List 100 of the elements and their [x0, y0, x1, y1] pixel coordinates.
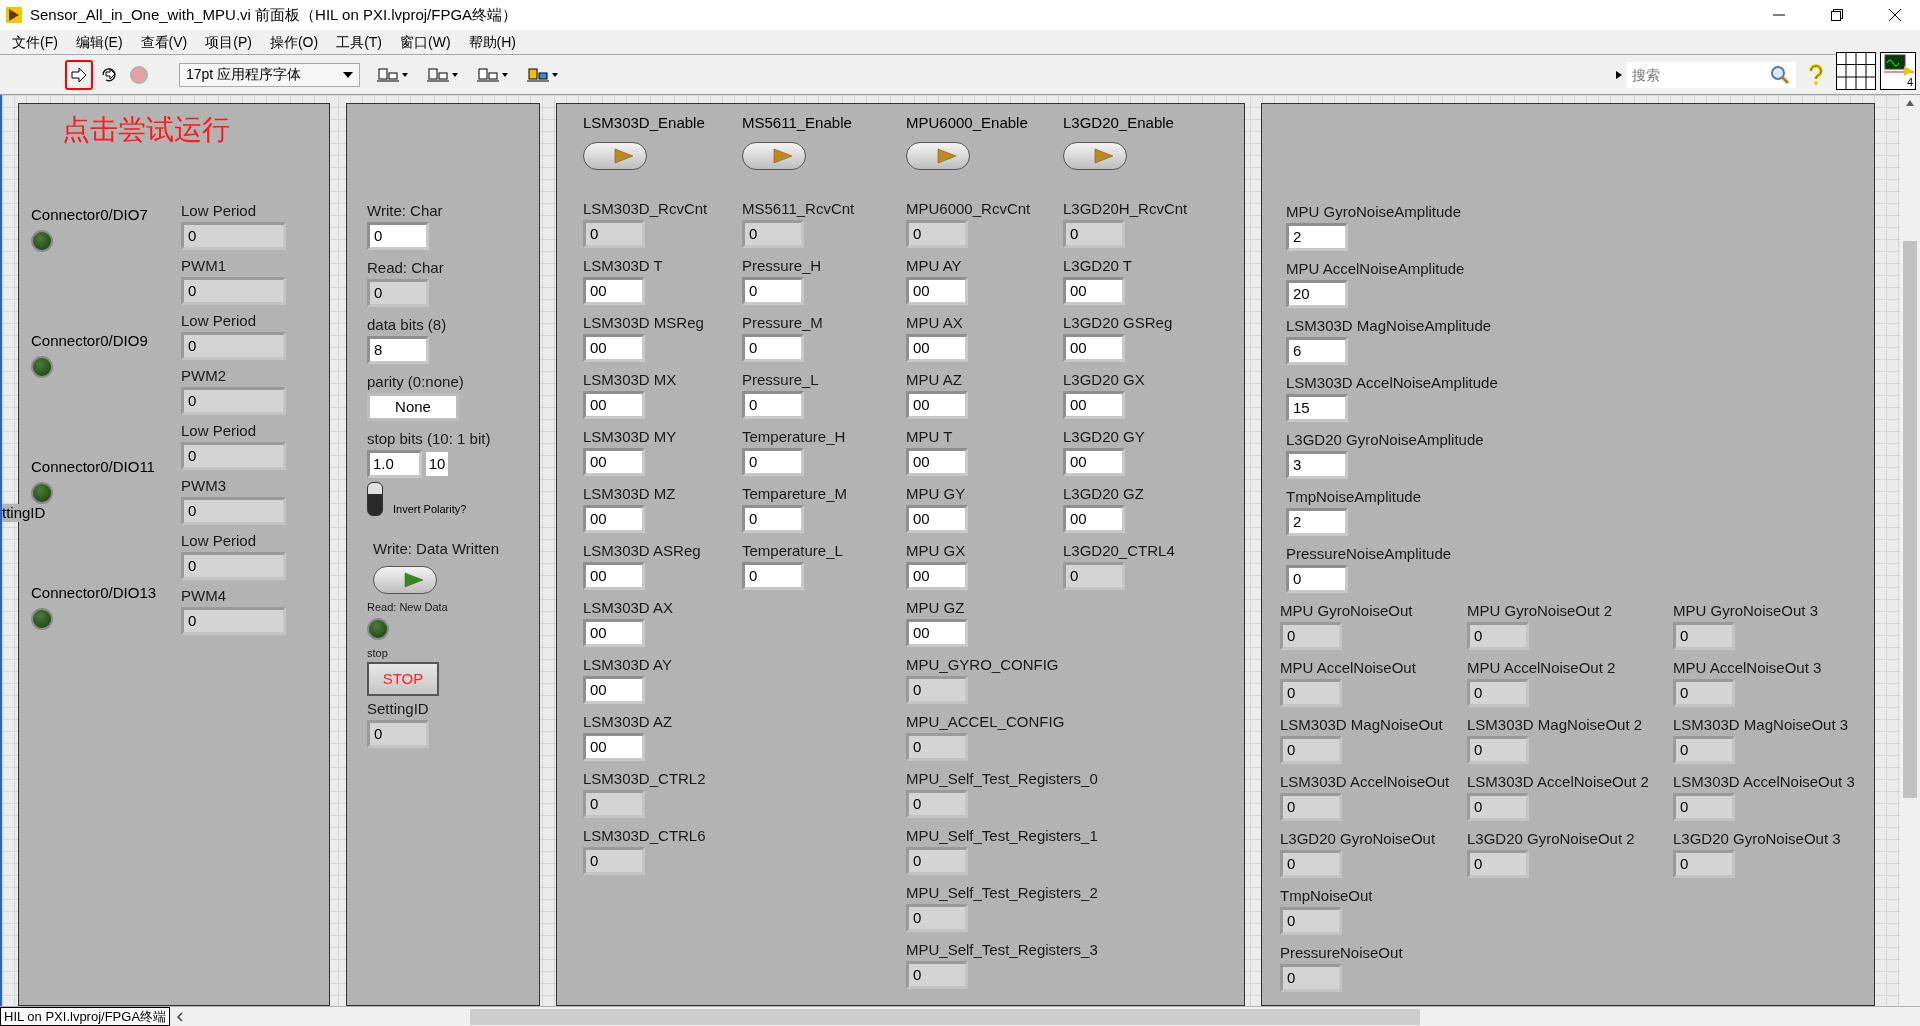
- menu-item[interactable]: 查看(V): [131, 31, 197, 53]
- numeric-indicator: 0: [181, 277, 286, 305]
- search-icon[interactable]: [1766, 61, 1796, 88]
- numeric-control[interactable]: 00: [583, 391, 645, 419]
- toggle-label: Invert Polarity?: [393, 502, 467, 516]
- numeric-control[interactable]: 00: [1063, 277, 1125, 305]
- field-label: MPU AY: [906, 256, 962, 276]
- menu-item[interactable]: 项目(P): [196, 31, 261, 53]
- numeric-control[interactable]: 0: [742, 505, 804, 533]
- oval-button[interactable]: [742, 142, 806, 170]
- numeric-control[interactable]: 1.0: [367, 450, 422, 478]
- oval-button[interactable]: [1063, 142, 1127, 170]
- menu-item[interactable]: 操作(O): [260, 31, 328, 53]
- numeric-control[interactable]: 00: [906, 448, 968, 476]
- numeric-control[interactable]: 00: [583, 277, 645, 305]
- numeric-indicator: 0: [583, 847, 645, 875]
- field-label: MPU AccelNoiseOut: [1280, 658, 1416, 678]
- numeric-control[interactable]: 2: [1286, 223, 1348, 251]
- field-label: Read: Char: [367, 258, 445, 278]
- scroll-left-icon[interactable]: [176, 1011, 185, 1022]
- annotation-text: 点击尝试运行: [62, 113, 231, 147]
- scroll-up-icon[interactable]: [1905, 99, 1915, 107]
- numeric-control[interactable]: 00: [583, 619, 645, 647]
- toggle-switch[interactable]: [367, 482, 383, 516]
- numeric-control[interactable]: 00: [906, 505, 968, 533]
- numeric-control[interactable]: 00: [1063, 334, 1125, 362]
- oval-button[interactable]: [583, 142, 647, 170]
- numeric-control[interactable]: 8: [367, 336, 429, 364]
- run-button[interactable]: [65, 59, 93, 90]
- numeric-control[interactable]: 00: [583, 448, 645, 476]
- field-label: MPU AccelNoiseOut 3: [1673, 658, 1822, 678]
- numeric-control[interactable]: 0: [742, 562, 804, 590]
- numeric-control[interactable]: 2: [1286, 508, 1348, 536]
- numeric-control[interactable]: 6: [1286, 337, 1348, 365]
- app-icon: [6, 7, 22, 23]
- menu-item[interactable]: 编辑(E): [66, 31, 132, 53]
- numeric-control[interactable]: 15: [1286, 394, 1348, 422]
- numeric-indicator: 0: [181, 442, 286, 470]
- numeric-control[interactable]: 00: [906, 277, 968, 305]
- field-label: ttingID: [2, 504, 46, 522]
- numeric-control[interactable]: 0: [367, 222, 429, 250]
- numeric-control[interactable]: 00: [583, 505, 645, 533]
- vi-icon[interactable]: 4: [1880, 52, 1916, 90]
- close-icon[interactable]: [1888, 8, 1902, 22]
- menu-item[interactable]: 工具(T): [327, 31, 391, 53]
- numeric-control[interactable]: 0: [742, 277, 804, 305]
- switch-label: MS5611_Enable: [742, 113, 853, 133]
- field-label: L3GD20_CTRL4: [1063, 541, 1175, 561]
- numeric-control[interactable]: 00: [906, 619, 968, 647]
- field-label: MPU GZ: [906, 598, 965, 618]
- help-icon[interactable]: [1808, 63, 1824, 86]
- field-label: MPU GY: [906, 484, 966, 504]
- numeric-control[interactable]: 00: [583, 334, 645, 362]
- numeric-indicator: 10: [426, 452, 448, 476]
- numeric-control[interactable]: 3: [1286, 451, 1348, 479]
- numeric-control[interactable]: 00: [583, 676, 645, 704]
- scrollbar-thumb[interactable]: [1903, 241, 1917, 798]
- field-label: L3GD20 GZ: [1063, 484, 1144, 504]
- oval-button[interactable]: [373, 566, 437, 594]
- search-options-icon[interactable]: [1616, 70, 1622, 79]
- menu-item[interactable]: 帮助(H): [459, 31, 525, 53]
- numeric-control[interactable]: 00: [1063, 391, 1125, 419]
- search-field[interactable]: 搜索: [1626, 61, 1766, 88]
- numeric-control[interactable]: 0: [742, 448, 804, 476]
- ring-control[interactable]: None: [367, 393, 459, 421]
- numeric-control[interactable]: 0: [742, 391, 804, 419]
- numeric-control[interactable]: 00: [1063, 448, 1125, 476]
- switch-label: L3GD20_Enable: [1063, 113, 1175, 133]
- numeric-control[interactable]: 00: [906, 562, 968, 590]
- oval-button[interactable]: [906, 142, 970, 170]
- restore-icon[interactable]: [1830, 8, 1844, 22]
- numeric-indicator: 0: [1280, 907, 1342, 935]
- numeric-control[interactable]: 20: [1286, 280, 1348, 308]
- numeric-control[interactable]: 00: [906, 334, 968, 362]
- numeric-indicator: 0: [1280, 736, 1342, 764]
- field-label: Temperature_H: [742, 427, 846, 447]
- field-label: MPU AX: [906, 313, 963, 333]
- numeric-indicator: 0: [181, 552, 286, 580]
- numeric-indicator: 0: [906, 733, 968, 761]
- numeric-control[interactable]: 00: [583, 562, 645, 590]
- numeric-control[interactable]: 00: [583, 733, 645, 761]
- run-continuously-icon[interactable]: [99, 65, 119, 84]
- numeric-indicator: 0: [906, 220, 968, 248]
- field-label: L3GD20 GSReg: [1063, 313, 1173, 333]
- field-label: PWM3: [181, 476, 226, 496]
- menu-item[interactable]: 文件(F): [3, 31, 67, 53]
- triangle-icon: [936, 148, 958, 164]
- numeric-control[interactable]: 00: [1063, 505, 1125, 533]
- numeric-indicator: 0: [367, 279, 429, 307]
- field-label: MPU_ACCEL_CONFIG: [906, 712, 1065, 732]
- font-dropdown[interactable]: 17pt 应用程序字体: [179, 62, 360, 87]
- numeric-indicator: 0: [906, 904, 968, 932]
- numeric-control[interactable]: 0: [1286, 565, 1348, 593]
- field-label: LSM303D AccelNoiseOut 2: [1467, 772, 1649, 792]
- menu-item[interactable]: 窗口(W): [391, 31, 460, 53]
- numeric-control[interactable]: 00: [906, 391, 968, 419]
- field-label: MPU_GYRO_CONFIG: [906, 655, 1059, 675]
- field-label: LSM303D MX: [583, 370, 677, 390]
- connector-pane-icon[interactable]: [1836, 52, 1876, 90]
- numeric-control[interactable]: 0: [742, 334, 804, 362]
